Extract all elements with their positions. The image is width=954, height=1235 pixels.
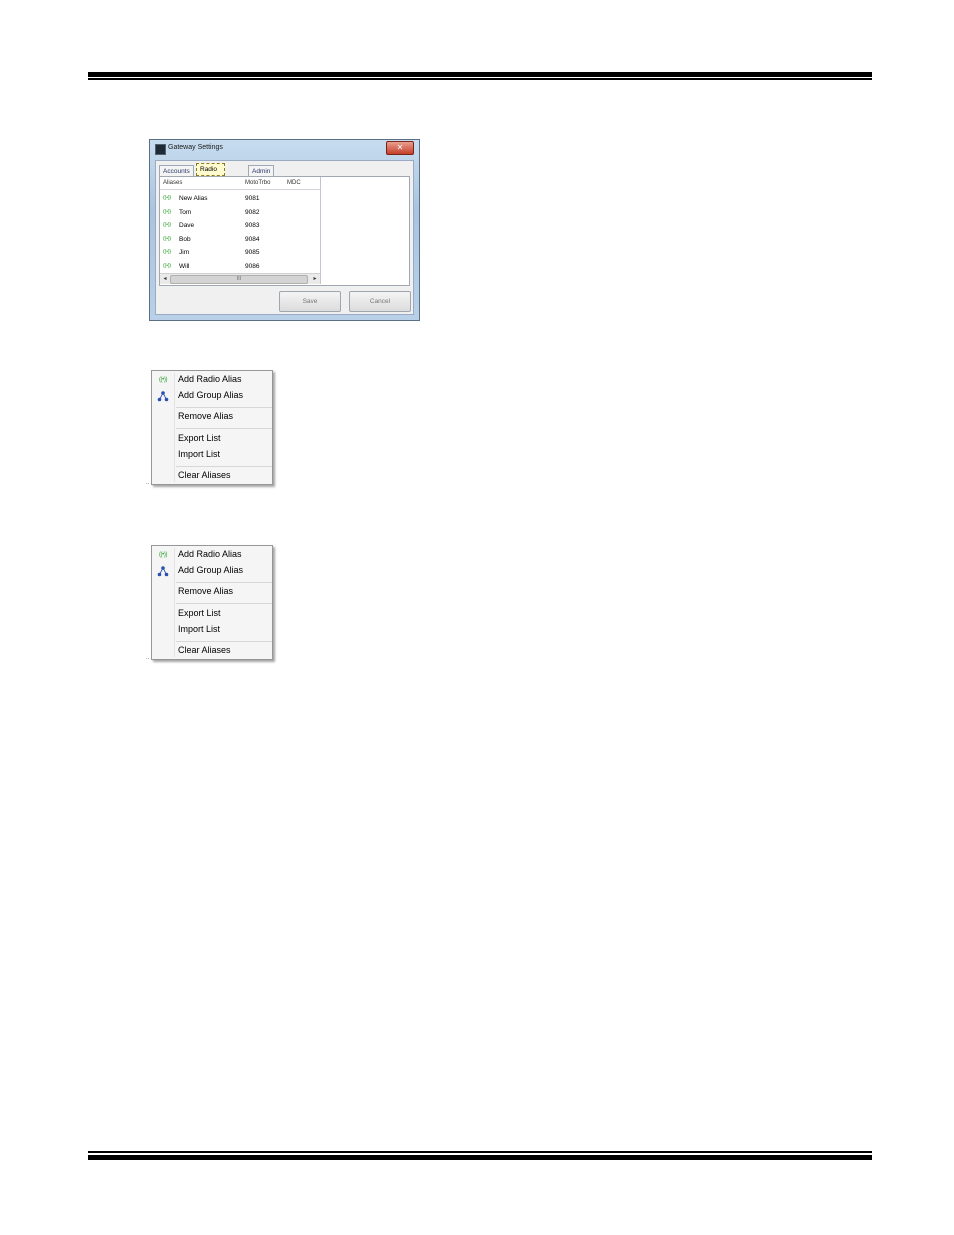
table-row[interactable]: ((•)) Jim 9085 <box>160 246 320 259</box>
close-button[interactable]: ✕ <box>386 141 414 155</box>
menu-item-add-group-alias[interactable]: Add Group Alias <box>152 563 272 579</box>
menu-item-remove-alias[interactable]: Remove Alias <box>152 409 272 425</box>
column-header-aliases[interactable]: Aliases <box>163 180 182 186</box>
menu-item-clear-aliases[interactable]: Clear Aliases <box>152 468 272 484</box>
table-row[interactable]: ((•)) Bob 9084 <box>160 233 320 246</box>
menu-item-label: Remove Alias <box>178 586 234 596</box>
menu-separator <box>176 466 272 467</box>
menu-separator <box>176 428 272 429</box>
footer-rule <box>88 1155 872 1160</box>
grid-header: Aliases MotoTrbo MDC <box>160 177 320 190</box>
tab-radio-aliases[interactable]: Radio Aliases <box>196 163 225 184</box>
group-icon <box>155 565 171 577</box>
radio-icon: ((•)) <box>163 249 171 255</box>
menu-item-add-radio-alias[interactable]: ((•)) Add Radio Alias <box>152 372 272 388</box>
alias-mototrbo: 9081 <box>245 195 260 202</box>
menu-item-label: Add Radio Alias <box>178 549 242 559</box>
tab-accounts[interactable]: Accounts <box>159 165 194 176</box>
alias-name: Will <box>179 262 190 270</box>
radio-icon: ((•)) <box>163 208 171 215</box>
radio-icon: ((•)) <box>158 552 168 558</box>
menu-tick-mark: .. <box>146 655 150 661</box>
menu-separator <box>176 582 272 583</box>
header-rule-thin <box>88 78 872 80</box>
tab-admin[interactable]: Admin <box>248 165 275 176</box>
alias-context-menu: ((•)) Add Radio Alias Add Group Alias Re… <box>151 370 273 485</box>
window-client-area: Accounts Radio Aliases Admin Aliases Mot… <box>155 160 414 315</box>
menu-separator <box>176 407 272 408</box>
menu-item-export-list[interactable]: Export List <box>152 431 272 447</box>
cancel-button[interactable]: Cancel <box>349 291 411 312</box>
alias-name: Jim <box>179 249 190 256</box>
menu-item-label: Add Group Alias <box>178 565 244 575</box>
menu-separator <box>176 603 272 604</box>
alias-mototrbo: 9083 <box>245 222 260 229</box>
alias-mototrbo: 9082 <box>245 208 260 216</box>
menu-tick-mark: .. <box>146 480 150 486</box>
menu-item-label: Import List <box>178 624 221 634</box>
table-row[interactable]: ((•)) New Alias 9081 <box>160 192 320 205</box>
menu-item-remove-alias[interactable]: Remove Alias <box>152 584 272 600</box>
column-header-mototrbo[interactable]: MotoTrbo <box>245 180 270 186</box>
scroll-thumb[interactable]: III <box>170 275 308 284</box>
menu-item-label: Export List <box>178 433 221 443</box>
alias-name: Bob <box>179 235 191 243</box>
alias-name: Dave <box>179 222 195 229</box>
menu-item-label: Import List <box>178 449 221 459</box>
menu-separator <box>176 641 272 642</box>
save-button[interactable]: Save <box>279 291 341 312</box>
app-icon <box>155 144 166 155</box>
menu-item-label: Add Group Alias <box>178 390 244 400</box>
menu-item-label: Remove Alias <box>178 411 234 421</box>
scroll-left-icon[interactable]: ◂ <box>161 275 169 283</box>
radio-icon: ((•)) <box>158 377 168 383</box>
column-header-mdc[interactable]: MDC <box>287 180 301 186</box>
radio-icon: ((•)) <box>163 222 171 228</box>
aliases-grid: Aliases MotoTrbo MDC ((•)) New Alias 908… <box>160 177 321 284</box>
horizontal-scrollbar[interactable]: ◂ III ▸ <box>160 273 320 284</box>
menu-item-import-list[interactable]: Import List <box>152 447 272 463</box>
alias-mototrbo: 9084 <box>245 235 260 243</box>
alias-mototrbo: 9085 <box>245 249 260 256</box>
table-row[interactable]: ((•)) Tom 9082 <box>160 206 320 219</box>
menu-item-add-group-alias[interactable]: Add Group Alias <box>152 388 272 404</box>
table-row[interactable]: ((•)) Dave 9083 <box>160 219 320 232</box>
radio-icon: ((•)) <box>163 262 171 269</box>
radio-icon: ((•)) <box>163 195 171 201</box>
menu-item-add-radio-alias[interactable]: ((•)) Add Radio Alias <box>152 547 272 563</box>
alias-mototrbo: 9086 <box>245 262 260 270</box>
gateway-settings-window: Gateway Settings ✕ Accounts Radio Aliase… <box>149 139 420 321</box>
menu-item-label: Clear Aliases <box>178 645 231 655</box>
title-bar: Gateway Settings ✕ <box>150 140 419 158</box>
menu-item-clear-aliases[interactable]: Clear Aliases <box>152 643 272 659</box>
alias-name: New Alias <box>179 195 208 202</box>
window-title: Gateway Settings <box>168 144 223 151</box>
header-rule <box>88 72 872 77</box>
alias-context-menu: ((•)) Add Radio Alias Add Group Alias Re… <box>151 545 273 660</box>
radio-icon: ((•)) <box>163 235 171 242</box>
menu-item-label: Clear Aliases <box>178 470 231 480</box>
menu-item-label: Export List <box>178 608 221 618</box>
menu-item-import-list[interactable]: Import List <box>152 622 272 638</box>
menu-item-export-list[interactable]: Export List <box>152 606 272 622</box>
menu-item-label: Add Radio Alias <box>178 374 242 384</box>
radio-aliases-panel: Aliases MotoTrbo MDC ((•)) New Alias 908… <box>159 176 410 286</box>
footer-rule-thin <box>88 1151 872 1153</box>
group-icon <box>155 390 171 402</box>
table-row[interactable]: ((•)) Will 9086 <box>160 260 320 273</box>
scroll-right-icon[interactable]: ▸ <box>311 275 319 283</box>
alias-name: Tom <box>179 208 192 216</box>
